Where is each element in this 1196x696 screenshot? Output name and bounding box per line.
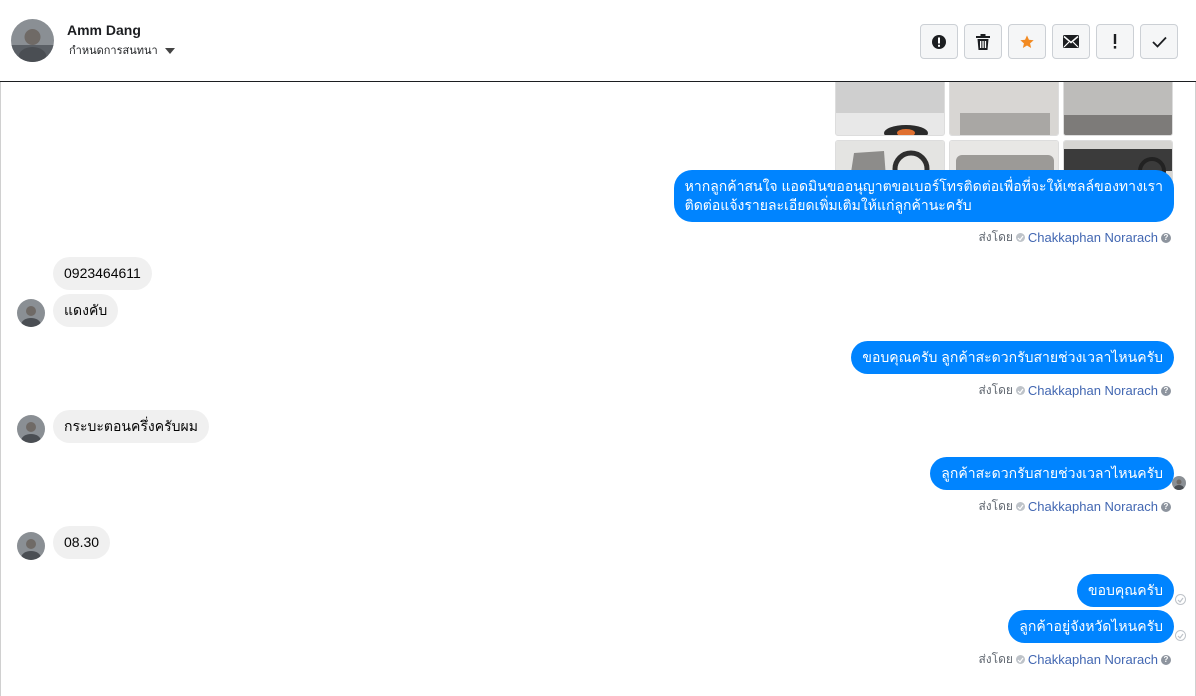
sent-by-line: ส่งโดย Chakkaphan Norarach ? — [978, 228, 1171, 247]
sent-by-line: ส่งโดย Chakkaphan Norarach ? — [978, 650, 1171, 669]
sent-by-label: ส่งโดย — [978, 652, 1013, 666]
contact-name[interactable]: Amm Dang — [67, 22, 141, 38]
outgoing-message[interactable]: ขอบคุณครับ — [1077, 574, 1174, 607]
mark-done-button[interactable] — [1140, 24, 1178, 59]
envelope-icon — [1063, 35, 1079, 48]
help-icon[interactable]: ? — [1161, 501, 1171, 512]
message-text: 08.30 — [64, 534, 100, 550]
incoming-message[interactable]: แดงคับ — [53, 294, 119, 327]
message-text: กระบะตอนครึ่งครับผม — [64, 418, 198, 434]
car-photo-exterior[interactable] — [835, 82, 945, 136]
message-text: 0923464611 — [64, 265, 141, 281]
verified-icon — [1015, 655, 1025, 664]
conversation-schedule-dropdown[interactable]: กำหนดการสนทนา — [69, 43, 175, 56]
message-text: ขอบคุณครับ — [1088, 582, 1163, 598]
message-text: หากลูกค้าสนใจ แอดมินขออนุญาตขอเบอร์โทรติ… — [684, 178, 1163, 194]
verified-icon — [1015, 502, 1025, 511]
message-text: ขอบคุณครับ ลูกค้าสะดวกรับสายช่วงเวลาไหนค… — [862, 349, 1163, 365]
help-icon[interactable]: ? — [1161, 654, 1171, 665]
sent-by-line: ส่งโดย Chakkaphan Norarach ? — [978, 497, 1171, 516]
avatar[interactable] — [11, 19, 54, 62]
delete-button[interactable] — [964, 24, 1002, 59]
outgoing-message[interactable]: ขอบคุณครับ ลูกค้าสะดวกรับสายช่วงเวลาไหนค… — [851, 341, 1174, 374]
car-photo-interior-2[interactable] — [1063, 82, 1173, 136]
conversation-toolbar — [920, 24, 1178, 59]
delivered-check-icon — [1175, 630, 1186, 641]
message-text: ลูกค้าสะดวกรับสายช่วงเวลาไหนครับ — [941, 465, 1163, 481]
conversation-schedule-label: กำหนดการสนทนา — [69, 44, 158, 57]
read-receipt-avatar — [1172, 476, 1186, 490]
sender-avatar[interactable] — [17, 532, 45, 560]
sent-by-label: ส่งโดย — [978, 383, 1013, 397]
follow-up-button[interactable] — [1096, 24, 1134, 59]
incoming-message[interactable]: 08.30 — [53, 526, 111, 559]
incoming-message[interactable]: กระบะตอนครึ่งครับผม — [53, 410, 209, 443]
outgoing-message[interactable]: หากลูกค้าสนใจ แอดมินขออนุญาตขอเบอร์โทรติ… — [673, 170, 1174, 222]
agent-name-link[interactable]: Chakkaphan Norarach — [1028, 230, 1158, 245]
outgoing-message[interactable]: ลูกค้าอยู่จังหวัดไหนครับ — [1008, 610, 1174, 643]
star-button[interactable] — [1008, 24, 1046, 59]
star-icon — [1020, 34, 1034, 48]
check-icon — [1151, 36, 1167, 48]
car-photo-interior-1[interactable] — [949, 82, 1059, 136]
exclamation-icon — [1113, 34, 1117, 49]
help-icon[interactable]: ? — [1161, 385, 1171, 396]
caret-down-icon — [164, 47, 175, 54]
incoming-message[interactable]: 0923464611 — [53, 257, 152, 290]
sent-by-label: ส่งโดย — [978, 230, 1013, 244]
message-text: แดงคับ — [64, 302, 108, 318]
sent-by-label: ส่งโดย — [978, 499, 1013, 513]
message-text: ติดต่อแจ้งรายละเอียดเพิ่มเติมให้แก่ลูกค้… — [684, 197, 972, 213]
outgoing-message[interactable]: ลูกค้าสะดวกรับสายช่วงเวลาไหนครับ — [930, 457, 1174, 490]
message-text: ลูกค้าอยู่จังหวัดไหนครับ — [1019, 618, 1163, 634]
delivered-check-icon — [1175, 594, 1186, 605]
verified-icon — [1015, 386, 1025, 395]
help-icon[interactable]: ? — [1161, 232, 1171, 243]
conversation-header: Amm Dang กำหนดการสนทนา — [0, 0, 1196, 82]
trash-icon — [976, 33, 990, 50]
mark-unread-button[interactable] — [1052, 24, 1090, 59]
sent-by-line: ส่งโดย Chakkaphan Norarach ? — [978, 381, 1171, 400]
message-thread[interactable]: หากลูกค้าสนใจ แอดมินขออนุญาตขอเบอร์โทรติ… — [0, 82, 1196, 696]
report-spam-button[interactable] — [920, 24, 958, 59]
agent-name-link[interactable]: Chakkaphan Norarach — [1028, 499, 1158, 514]
sender-avatar[interactable] — [17, 415, 45, 443]
alert-circle-icon — [932, 34, 946, 49]
agent-name-link[interactable]: Chakkaphan Norarach — [1028, 383, 1158, 398]
verified-icon — [1015, 233, 1025, 242]
agent-name-link[interactable]: Chakkaphan Norarach — [1028, 652, 1158, 667]
sender-avatar[interactable] — [17, 299, 45, 327]
